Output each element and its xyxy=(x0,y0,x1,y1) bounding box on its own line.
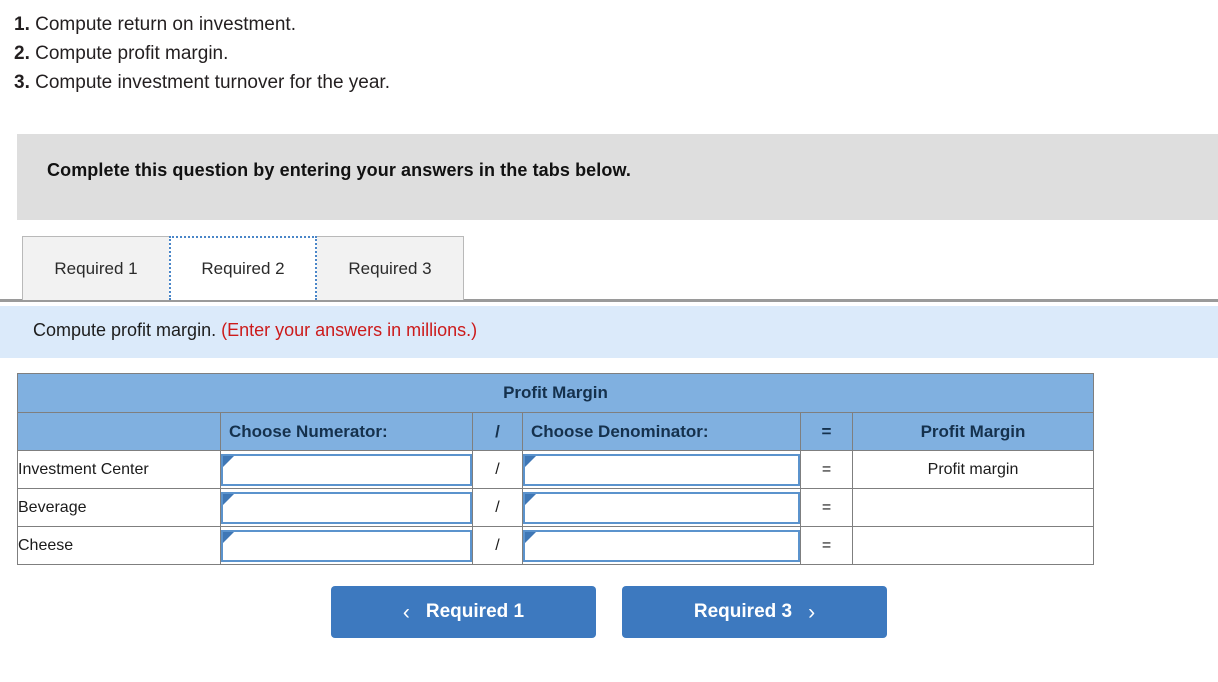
tab-bar: Required 1 Required 2 Required 3 xyxy=(0,236,1218,304)
denominator-dropdown-investment-center[interactable] xyxy=(523,453,800,486)
column-header-blank xyxy=(17,412,221,451)
task-instruction-note: (Enter your answers in millions.) xyxy=(221,320,478,340)
requirement-item: 2. Compute profit margin. xyxy=(14,39,1218,68)
divide-operator: / xyxy=(472,526,523,565)
task-instruction-strip: Compute profit margin. (Enter your answer… xyxy=(0,306,1218,358)
tab-required-1[interactable]: Required 1 xyxy=(22,236,170,300)
table-row: Investment Center / = Profit margin xyxy=(17,450,1094,489)
tab-label: Required 3 xyxy=(348,258,432,278)
tab-label: Required 1 xyxy=(54,258,138,278)
result-value-investment-center: Profit margin xyxy=(852,450,1094,489)
chevron-left-icon: ‹ xyxy=(402,600,410,624)
numerator-dropdown-investment-center[interactable] xyxy=(221,453,472,486)
result-value-beverage xyxy=(852,488,1094,527)
denominator-dropdown-beverage[interactable] xyxy=(523,491,800,524)
divide-operator: / xyxy=(472,488,523,527)
column-header-equals: = xyxy=(800,412,853,451)
column-header-denominator: Choose Denominator: xyxy=(522,412,801,451)
denominator-cell xyxy=(522,450,801,489)
dropdown-flag-icon xyxy=(525,493,536,505)
numerator-dropdown-cheese[interactable] xyxy=(221,529,472,562)
table-title-row: Profit Margin xyxy=(17,373,1094,413)
tab-required-3[interactable]: Required 3 xyxy=(316,236,464,300)
column-header-result: Profit Margin xyxy=(852,412,1094,451)
column-header-slash: / xyxy=(472,412,523,451)
table-row: Beverage / = xyxy=(17,488,1094,527)
profit-margin-table-wrapper: Profit Margin Choose Numerator: / Choose… xyxy=(17,373,1094,565)
chevron-right-icon: › xyxy=(808,600,816,624)
row-label-investment-center: Investment Center xyxy=(17,450,221,489)
numerator-cell xyxy=(220,526,473,565)
dropdown-flag-icon xyxy=(223,455,234,467)
numerator-dropdown-beverage[interactable] xyxy=(221,491,472,524)
denominator-dropdown-cheese[interactable] xyxy=(523,529,800,562)
denominator-cell xyxy=(522,488,801,527)
requirement-number: 1. xyxy=(14,14,30,35)
numerator-cell xyxy=(220,488,473,527)
previous-required-label: Required 1 xyxy=(425,601,525,622)
task-instruction-text: Compute profit margin. xyxy=(33,320,217,340)
result-value-cheese xyxy=(852,526,1094,565)
requirements-list: 1. Compute return on investment. 2. Comp… xyxy=(0,0,1218,97)
denominator-cell xyxy=(522,526,801,565)
navigation-bar: ‹ Required 1 Required 3 › xyxy=(0,586,1218,638)
requirement-text: Compute investment turnover for the year… xyxy=(35,72,390,93)
row-label-cheese: Cheese xyxy=(17,526,221,565)
requirement-item: 1. Compute return on investment. xyxy=(14,10,1218,39)
requirement-text: Compute return on investment. xyxy=(35,14,296,35)
requirement-text: Compute profit margin. xyxy=(35,43,229,64)
dropdown-flag-icon xyxy=(223,531,234,543)
equals-operator: = xyxy=(800,488,853,527)
requirement-number: 3. xyxy=(14,72,30,93)
requirement-item: 3. Compute investment turnover for the y… xyxy=(14,68,1218,97)
previous-required-button[interactable]: ‹ Required 1 xyxy=(331,586,596,638)
next-required-button[interactable]: Required 3 › xyxy=(622,586,887,638)
table-header-row: Choose Numerator: / Choose Denominator: … xyxy=(17,412,1094,451)
numerator-cell xyxy=(220,450,473,489)
tab-required-2[interactable]: Required 2 xyxy=(169,236,317,300)
divide-operator: / xyxy=(472,450,523,489)
instruction-banner-text: Complete this question by entering your … xyxy=(47,160,632,180)
table-row: Cheese / = xyxy=(17,526,1094,565)
instruction-banner: Complete this question by entering your … xyxy=(17,134,1218,220)
dropdown-flag-icon xyxy=(525,455,536,467)
profit-margin-table: Profit Margin Choose Numerator: / Choose… xyxy=(17,373,1094,565)
equals-operator: = xyxy=(800,450,853,489)
table-title: Profit Margin xyxy=(17,373,1094,413)
equals-operator: = xyxy=(800,526,853,565)
dropdown-flag-icon xyxy=(223,493,234,505)
row-label-beverage: Beverage xyxy=(17,488,221,527)
dropdown-flag-icon xyxy=(525,531,536,543)
requirement-number: 2. xyxy=(14,43,30,64)
tab-label: Required 2 xyxy=(201,259,285,278)
next-required-label: Required 3 xyxy=(693,601,793,622)
column-header-numerator: Choose Numerator: xyxy=(220,412,473,451)
